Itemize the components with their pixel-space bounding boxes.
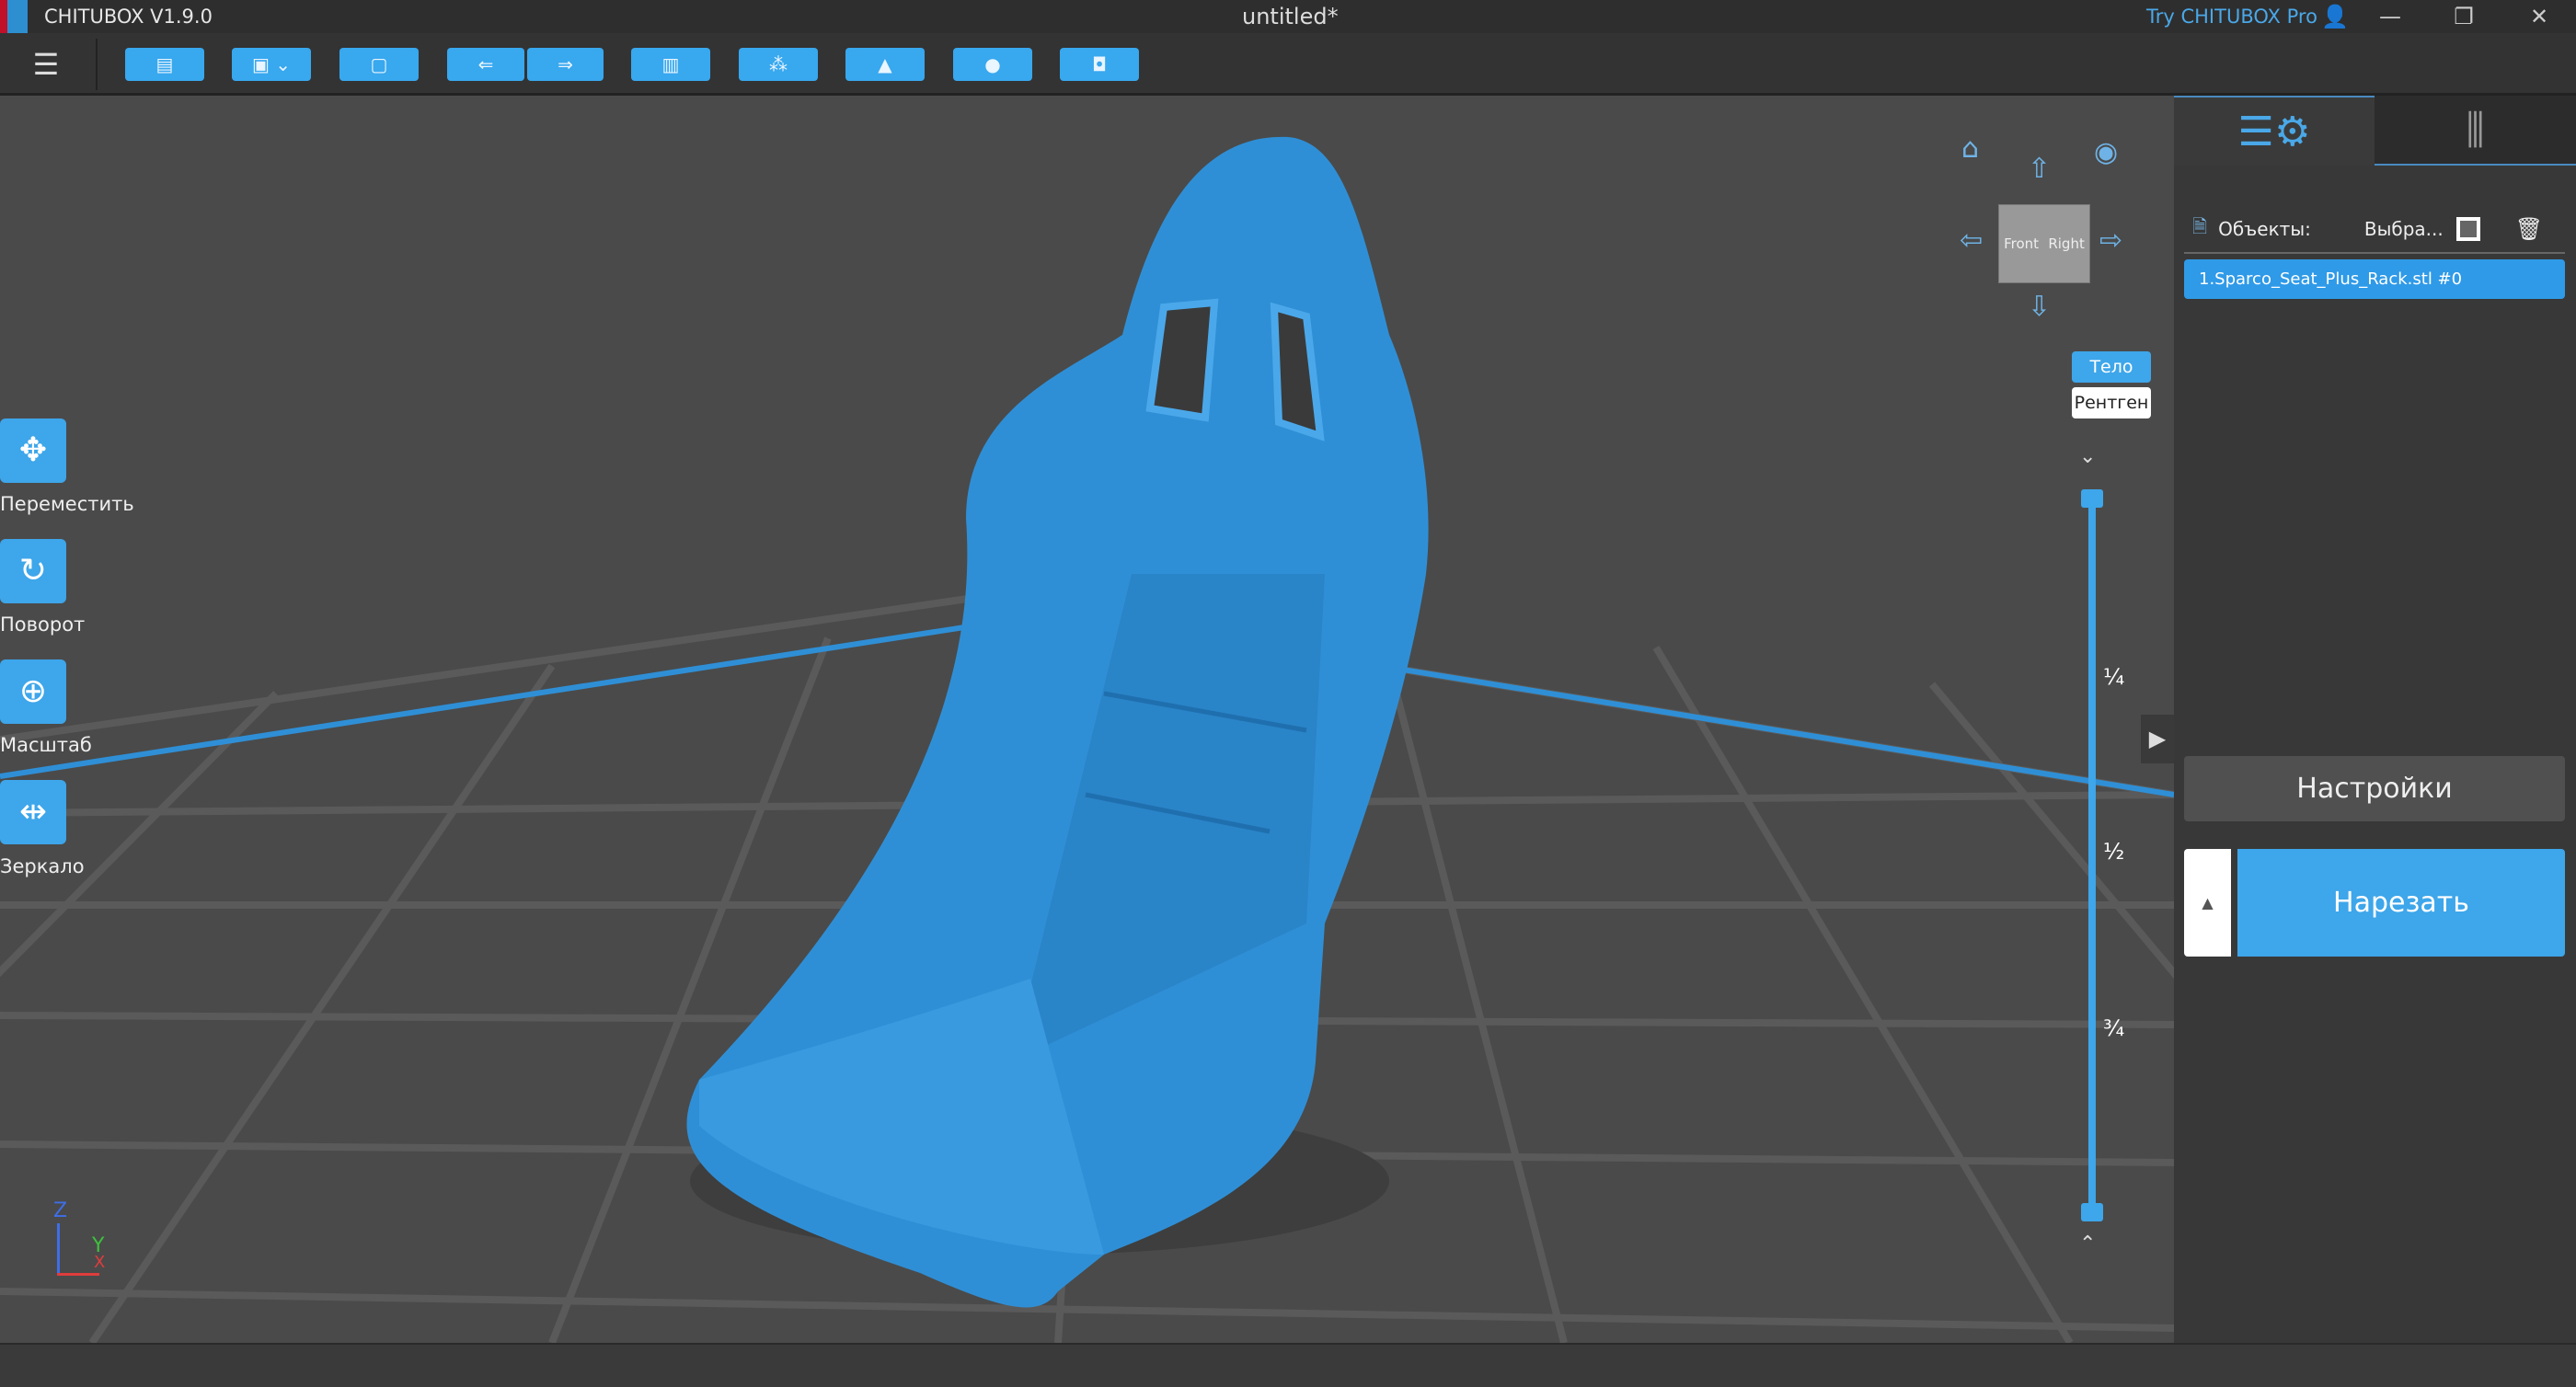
slider-tick-quarter: ¼ (2103, 664, 2125, 690)
rotate-tool-button[interactable]: ↻ (0, 539, 66, 603)
open-file-button[interactable]: ▤ (125, 48, 204, 81)
try-pro-link[interactable]: Try CHITUBOX Pro (2146, 6, 2317, 28)
axis-indicator: Z Y X (48, 1199, 121, 1282)
right-panel: ☰⚙ ⫼ 🗎 Объекты: Выбра... 🗑 1.Sparco_Seat… (2174, 96, 2576, 1343)
collapse-panel-button[interactable]: ▶ (2141, 715, 2174, 763)
move-tool-button[interactable]: ✥ (0, 418, 66, 483)
mirror-tool-button[interactable]: ⇹ (0, 780, 66, 844)
axis-x-label: X (94, 1253, 106, 1272)
support-button[interactable]: ▲ (845, 48, 925, 81)
minimize-button[interactable]: — (2363, 0, 2418, 33)
view-cube[interactable]: Front Right (1998, 204, 2090, 283)
layer-slider-top-handle[interactable] (2081, 489, 2103, 508)
select-all-checkbox[interactable] (2455, 217, 2480, 241)
tab-supports[interactable]: ⫼ (2375, 96, 2576, 166)
divider (96, 39, 98, 90)
cube-right-label: Right (2048, 235, 2085, 252)
axis-z-label: Z (53, 1199, 68, 1222)
save-button[interactable]: ▣ ⌄ (232, 48, 311, 81)
tab-objects-settings[interactable]: ☰⚙ (2174, 96, 2375, 166)
scale-tool-label: Масштаб (0, 734, 92, 756)
view-down-icon[interactable]: ⇩ (2028, 291, 2051, 323)
settings-button[interactable]: Настройки (2184, 756, 2565, 821)
app-logo-icon (0, 0, 28, 33)
move-tool-label: Переместить (0, 493, 134, 515)
body-view-button[interactable]: Тело (2072, 351, 2151, 383)
document-title: untitled* (1242, 4, 1339, 29)
divider (2184, 252, 2565, 254)
document-icon: 🗎 (2192, 215, 2208, 237)
slice-button[interactable]: Нарезать (2237, 849, 2565, 957)
view-left-icon[interactable]: ⇦ (1960, 224, 1983, 257)
toolbar: ☰ ▤ ▣ ⌄ ▢ ⇐ ⇒ ▥ ⁂ ▲ ● ◘ (0, 33, 2576, 96)
mirror-tool-label: Зеркало (0, 855, 85, 877)
select-all-label: Выбра... (2363, 218, 2444, 240)
layer-slider-track[interactable] (2088, 497, 2096, 1212)
undo-button[interactable]: ⇐ (447, 48, 524, 81)
layer-up-chevron-icon[interactable]: ⌃ (2079, 1232, 2096, 1255)
supports-icon: ⫼ (2466, 107, 2485, 154)
view-up-icon[interactable]: ⇧ (2028, 153, 2051, 185)
layer-slider-bottom-handle[interactable] (2081, 1203, 2103, 1221)
user-icon[interactable]: 👤 (2307, 0, 2363, 33)
copy-button[interactable]: ▥ (631, 48, 710, 81)
status-bar (0, 1343, 2576, 1387)
rotate-tool-label: Поворот (0, 613, 86, 636)
xray-view-button[interactable]: Рентген (2072, 387, 2151, 418)
3d-viewport[interactable]: ✥ Переместить ↻ Поворот ⊕ Масштаб ⇹ Зерк… (0, 96, 2174, 1343)
cube-front-label: Front (2004, 235, 2040, 252)
slice-options-arrow-button[interactable]: ▲ (2184, 849, 2231, 957)
scale-tool-button[interactable]: ⊕ (0, 659, 66, 724)
objects-label: Объекты: (2218, 218, 2311, 240)
eye-icon[interactable]: ◉ (2094, 136, 2118, 168)
slider-tick-half: ½ (2103, 839, 2125, 865)
objects-header: 🗎 Объекты: Выбра... 🗑 (2192, 213, 2560, 245)
import-button[interactable]: ▢ (339, 48, 419, 81)
redo-button[interactable]: ⇒ (527, 48, 604, 81)
drain-hole-button[interactable]: ◘ (1060, 48, 1139, 81)
layout-button[interactable]: ⁂ (739, 48, 818, 81)
app-name: CHITUBOX V1.9.0 (44, 6, 213, 28)
restore-button[interactable]: ❐ (2436, 0, 2491, 33)
delete-trash-icon[interactable]: 🗑 (2515, 216, 2543, 242)
list-gear-icon: ☰⚙ (2237, 109, 2311, 155)
close-button[interactable]: ✕ (2512, 0, 2567, 33)
object-list-item[interactable]: 1.Sparco_Seat_Plus_Rack.stl #0 (2184, 259, 2565, 299)
menu-icon[interactable]: ☰ (28, 48, 64, 81)
layer-down-chevron-icon[interactable]: ⌄ (2079, 445, 2096, 468)
view-right-icon[interactable]: ⇨ (2099, 224, 2122, 257)
title-bar: CHITUBOX V1.9.0 untitled* Try CHITUBOX P… (0, 0, 2576, 33)
hollow-button[interactable]: ● (953, 48, 1032, 81)
slider-tick-three-quarter: ¾ (2103, 1015, 2125, 1041)
build-plate-grid (0, 136, 2174, 1343)
home-view-icon[interactable]: ⌂ (1961, 132, 1979, 165)
